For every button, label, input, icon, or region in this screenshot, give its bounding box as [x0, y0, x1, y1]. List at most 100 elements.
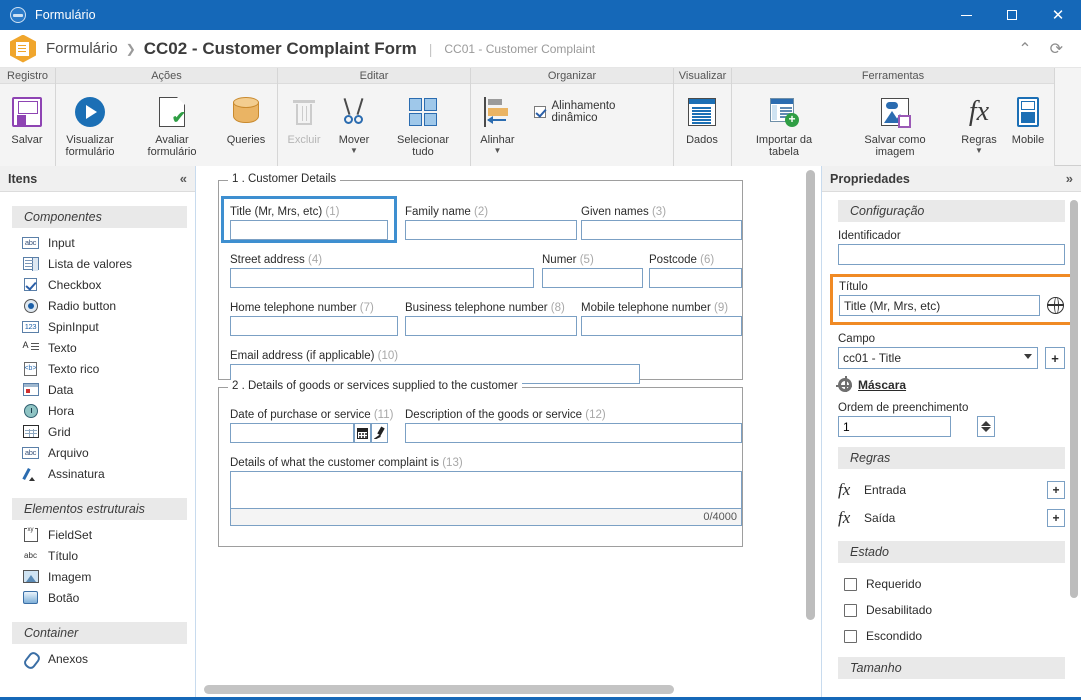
fieldset-goods-services[interactable]: 2 . Details of goods or services supplie…: [218, 380, 743, 547]
import-table-button[interactable]: + Importar da tabela: [732, 90, 836, 158]
form-field-complaint-details[interactable]: Details of what the customer complaint i…: [230, 457, 742, 526]
palette-item-titulo[interactable]: abc Título: [0, 545, 195, 566]
clear-field-button[interactable]: [371, 423, 389, 443]
form-field-date-of-purchase[interactable]: Date of purchase or service (11): [230, 409, 393, 443]
scrollbar-thumb[interactable]: [204, 685, 674, 694]
field-input[interactable]: [581, 220, 742, 240]
field-input[interactable]: [230, 268, 534, 288]
form-field-family-name[interactable]: Family name (2): [405, 206, 577, 240]
mascara-row[interactable]: Máscara: [836, 376, 1065, 392]
titulo-input[interactable]: [839, 295, 1040, 316]
field-input[interactable]: [649, 268, 742, 288]
chevron-up-icon[interactable]: ⌃: [1018, 39, 1031, 59]
checkbox-icon[interactable]: [844, 577, 857, 591]
palette-item-texto-rico[interactable]: <b> Texto rico: [0, 358, 195, 379]
palette-item-anexos[interactable]: Anexos: [0, 648, 195, 669]
evaluate-form-button[interactable]: ✔ Avaliar formulário: [124, 90, 220, 158]
form-field-description[interactable]: Description of the goods or service (12): [405, 409, 742, 443]
mobile-button[interactable]: Mobile: [1004, 90, 1052, 146]
save-as-image-button[interactable]: Salvar como imagem: [836, 90, 954, 158]
chevron-down-icon[interactable]: ▼: [350, 147, 358, 155]
estado-escondido-row[interactable]: Escondido: [838, 623, 1065, 649]
checkbox-icon[interactable]: [844, 603, 857, 617]
globe-icon[interactable]: [1046, 296, 1064, 314]
caret-up-icon[interactable]: [981, 421, 991, 426]
form-field-postcode[interactable]: Postcode (6): [649, 254, 742, 288]
breadcrumb-root[interactable]: Formulário: [46, 40, 118, 57]
form-field-street-address[interactable]: Street address (4): [230, 254, 534, 288]
move-button[interactable]: Mover ▼: [330, 90, 378, 155]
ordem-stepper[interactable]: [977, 416, 995, 437]
field-input[interactable]: [581, 316, 742, 336]
field-input[interactable]: [405, 220, 577, 240]
field-input[interactable]: [405, 316, 577, 336]
mascara-link[interactable]: Máscara: [858, 378, 906, 392]
align-button[interactable]: Alinhar ▼: [471, 90, 524, 155]
palette-item-fieldset[interactable]: FieldSet: [0, 524, 195, 545]
ordem-input[interactable]: [838, 416, 951, 437]
palette-item-hora[interactable]: Hora: [0, 400, 195, 421]
chevron-down-icon[interactable]: ▼: [493, 147, 501, 155]
palette-item-grid[interactable]: Grid: [0, 421, 195, 442]
palette-item-input[interactable]: abc Input: [0, 232, 195, 253]
field-textarea[interactable]: [230, 471, 742, 509]
dynamic-alignment-checkbox[interactable]: Alinhamento dinâmico: [524, 90, 673, 124]
canvas-vertical-scrollbar[interactable]: [806, 170, 815, 675]
preview-form-button[interactable]: Visualizar formulário: [56, 90, 124, 158]
palette-item-texto[interactable]: Texto: [0, 337, 195, 358]
fieldset-customer-details[interactable]: 1 . Customer Details Title (Mr, Mrs, etc…: [218, 173, 743, 384]
data-button[interactable]: Dados: [674, 90, 730, 146]
form-field-home-telephone[interactable]: Home telephone number (7): [230, 302, 398, 336]
scrollbar-thumb[interactable]: [806, 170, 815, 620]
palette-item-spininput[interactable]: 123 SpinInput: [0, 316, 195, 337]
properties-vertical-scrollbar[interactable]: [1070, 200, 1078, 695]
minimize-button[interactable]: [943, 0, 989, 30]
palette-item-imagem[interactable]: Imagem: [0, 566, 195, 587]
regra-entrada-row[interactable]: fx Entrada +: [838, 477, 1065, 503]
caret-down-icon[interactable]: [981, 427, 991, 432]
date-picker-button[interactable]: [354, 423, 372, 443]
palette-item-checkbox[interactable]: Checkbox: [0, 274, 195, 295]
scrollbar-thumb[interactable]: [1070, 200, 1078, 598]
form-field-business-telephone[interactable]: Business telephone number (8): [405, 302, 577, 336]
estado-desabilitado-row[interactable]: Desabilitado: [838, 597, 1065, 623]
regra-saida-row[interactable]: fx Saída +: [838, 505, 1065, 531]
field-input[interactable]: [230, 220, 388, 240]
chevron-double-left-icon[interactable]: «: [180, 171, 187, 186]
image-icon: [22, 570, 39, 584]
chevron-double-right-icon[interactable]: »: [1066, 171, 1073, 186]
form-field-mobile-telephone[interactable]: Mobile telephone number (9): [581, 302, 742, 336]
estado-requerido-row[interactable]: Requerido: [838, 571, 1065, 597]
queries-button[interactable]: Queries: [220, 90, 272, 146]
field-input[interactable]: [230, 423, 355, 443]
rules-button[interactable]: fx Regras ▼: [954, 90, 1004, 155]
checkbox-icon[interactable]: [844, 629, 857, 643]
form-canvas[interactable]: 1 . Customer Details Title (Mr, Mrs, etc…: [202, 166, 806, 690]
close-button[interactable]: ✕: [1035, 0, 1081, 30]
delete-button[interactable]: Excluir: [278, 90, 330, 146]
form-field-title[interactable]: Title (Mr, Mrs, etc) (1): [230, 206, 388, 240]
field-input[interactable]: [542, 268, 643, 288]
canvas-horizontal-scrollbar[interactable]: [204, 685, 804, 694]
campo-add-button[interactable]: +: [1045, 347, 1065, 369]
identificador-input[interactable]: [838, 244, 1065, 265]
regra-saida-add-button[interactable]: +: [1047, 509, 1065, 527]
palette-item-data[interactable]: Data: [0, 379, 195, 400]
form-field-email-address[interactable]: Email address (if applicable) (10): [230, 350, 640, 384]
save-button[interactable]: Salvar: [0, 90, 54, 146]
refresh-icon[interactable]: ⟳: [1050, 39, 1063, 59]
field-input[interactable]: [230, 316, 398, 336]
palette-item-arquivo[interactable]: abc Arquivo: [0, 442, 195, 463]
maximize-button[interactable]: [989, 0, 1035, 30]
palette-item-assinatura[interactable]: Assinatura: [0, 463, 195, 484]
field-input[interactable]: [405, 423, 742, 443]
chevron-down-icon[interactable]: ▼: [975, 147, 983, 155]
regra-entrada-add-button[interactable]: +: [1047, 481, 1065, 499]
campo-select[interactable]: cc01 - Title: [838, 347, 1038, 369]
palette-item-lista-de-valores[interactable]: Lista de valores: [0, 253, 195, 274]
form-field-given-names[interactable]: Given names (3): [581, 206, 742, 240]
palette-item-radio-button[interactable]: Radio button: [0, 295, 195, 316]
palette-item-botao[interactable]: Botão: [0, 587, 195, 608]
form-field-numer[interactable]: Numer (5): [542, 254, 643, 288]
select-all-button[interactable]: Selecionar tudo: [378, 90, 468, 158]
